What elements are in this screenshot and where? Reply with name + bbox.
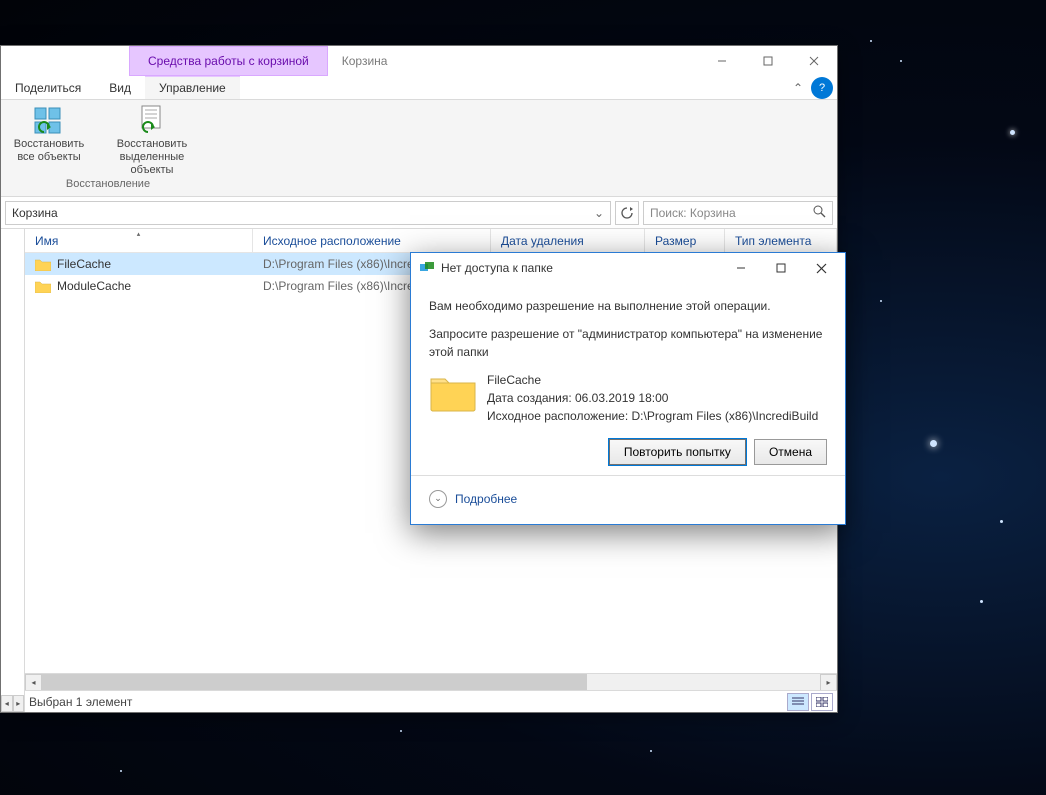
column-size[interactable]: Размер [645, 229, 725, 252]
h-scroll-left[interactable]: ◂ [25, 674, 42, 691]
dialog-message-1: Вам необходимо разрешение на выполнение … [429, 297, 827, 315]
ribbon-group-restore: Восстановить все объекты Восстановить вы… [9, 104, 207, 192]
restore-all-button[interactable]: Восстановить все объекты [9, 104, 89, 178]
dialog-close-button[interactable] [801, 254, 841, 282]
address-path: Корзина [12, 206, 58, 220]
column-orig-location[interactable]: Исходное расположение [253, 229, 491, 252]
ribbon-context-tab[interactable]: Средства работы с корзиной [129, 46, 328, 76]
search-icon [813, 205, 826, 221]
dialog-folder-name: FileCache [487, 371, 818, 389]
dialog-orig-label: Исходное расположение: [487, 409, 632, 423]
refresh-icon [620, 206, 634, 220]
status-bar: Выбран 1 элемент [25, 690, 837, 712]
column-name[interactable]: Имя [25, 229, 253, 252]
tab-view[interactable]: Вид [95, 76, 145, 99]
nav-pane[interactable]: ◂ ▸ [1, 229, 25, 712]
h-scrollbar[interactable]: ◂ ▸ [25, 673, 837, 690]
nav-scroll-right[interactable]: ▸ [13, 695, 25, 712]
retry-button[interactable]: Повторить попытку [609, 439, 746, 465]
dialog-maximize-button[interactable] [761, 254, 801, 282]
h-scroll-right[interactable]: ▸ [820, 674, 837, 691]
dialog-title: Нет доступа к папке [441, 261, 721, 275]
nav-scroll-left[interactable]: ◂ [1, 695, 13, 712]
folder-icon [35, 280, 51, 293]
ribbon-group-label: Восстановление [66, 178, 150, 192]
dialog-separator [411, 475, 845, 476]
file-name: ModuleCache [57, 279, 131, 293]
dialog-titlebar[interactable]: Нет доступа к папке [411, 253, 845, 283]
minimize-button[interactable] [699, 46, 745, 76]
dialog-minimize-button[interactable] [721, 254, 761, 282]
restore-selected-icon [136, 104, 168, 136]
restore-all-label-2: все объекты [17, 151, 80, 164]
h-scroll-thumb[interactable] [42, 674, 587, 690]
restore-all-label-1: Восстановить [14, 138, 84, 151]
h-scroll-track[interactable] [42, 674, 820, 690]
address-dropdown-icon[interactable]: ⌄ [594, 206, 604, 220]
cancel-button[interactable]: Отмена [754, 439, 827, 465]
tab-manage[interactable]: Управление [145, 76, 240, 99]
status-text: Выбран 1 элемент [29, 695, 132, 709]
restore-all-icon [33, 104, 65, 136]
details-label: Подробнее [455, 490, 517, 508]
details-toggle[interactable]: ⌄ Подробнее [429, 482, 827, 512]
ribbon-collapse-icon[interactable]: ⌃ [789, 76, 807, 99]
dialog-created-value: 06.03.2019 18:00 [575, 391, 668, 405]
file-name: FileCache [57, 257, 111, 271]
dialog-title-icon [419, 260, 435, 276]
restore-selected-label-2: выделенные объекты [97, 151, 207, 177]
refresh-button[interactable] [615, 201, 639, 225]
address-row: Корзина ⌄ Поиск: Корзина [1, 197, 837, 229]
dialog-orig-value: D:\Program Files (x86)\IncrediBuild [632, 409, 819, 423]
icons-view-icon [816, 697, 828, 707]
restore-selected-button[interactable]: Восстановить выделенные объекты [97, 104, 207, 178]
window-title: Корзина [328, 46, 699, 76]
column-headers: Имя Исходное расположение Дата удаления … [25, 229, 837, 253]
title-bar[interactable]: Средства работы с корзиной Корзина [1, 46, 837, 76]
ribbon: Восстановить все объекты Восстановить вы… [1, 100, 837, 197]
view-icons-button[interactable] [811, 693, 833, 711]
column-type[interactable]: Тип элемента [725, 229, 837, 252]
maximize-button[interactable] [745, 46, 791, 76]
dialog-folder-info: FileCache Дата создания: 06.03.2019 18:0… [429, 371, 827, 425]
tab-share[interactable]: Поделиться [1, 76, 95, 99]
ribbon-tabs: Поделиться Вид Управление ⌃ ? [1, 76, 837, 100]
search-box[interactable]: Поиск: Корзина [643, 201, 833, 225]
close-button[interactable] [791, 46, 837, 76]
column-date-deleted[interactable]: Дата удаления [491, 229, 645, 252]
chevron-down-icon: ⌄ [429, 490, 447, 508]
access-denied-dialog: Нет доступа к папке Вам необходимо разре… [410, 252, 846, 525]
address-bar[interactable]: Корзина ⌄ [5, 201, 611, 225]
details-icon [792, 697, 804, 707]
restore-selected-label-1: Восстановить [117, 138, 187, 151]
view-details-button[interactable] [787, 693, 809, 711]
folder-icon [35, 258, 51, 271]
dialog-created-label: Дата создания: [487, 391, 575, 405]
dialog-message-2: Запросите разрешение от "администратор к… [429, 325, 827, 361]
folder-large-icon [429, 371, 477, 413]
help-icon[interactable]: ? [811, 77, 833, 99]
search-placeholder: Поиск: Корзина [650, 206, 736, 220]
